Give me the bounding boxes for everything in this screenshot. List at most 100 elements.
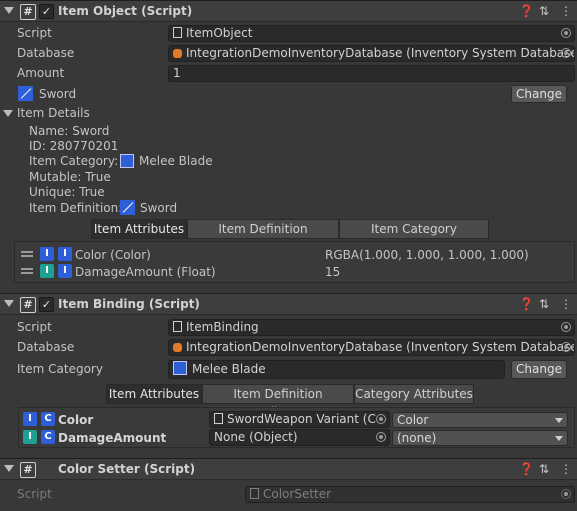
object-picker-icon[interactable] — [561, 48, 571, 58]
amount-input[interactable]: 1 — [168, 65, 575, 82]
enabled-checkbox[interactable]: ✓ — [39, 4, 54, 19]
item-binding-header[interactable]: # ✓ Item Binding (Script) ❓ ⇅ ⋮ — [0, 293, 577, 315]
script-value: ItemObject — [186, 26, 253, 40]
object-picker-icon[interactable] — [561, 28, 571, 38]
database-icon — [173, 343, 182, 352]
database-value: IntegrationDemoInventoryDatabase (Invent… — [186, 340, 575, 354]
tab-category-attributes[interactable]: Category Attributes — [354, 384, 474, 404]
binding-property-dropdown[interactable]: (none) — [392, 430, 568, 446]
detail-category-label: Item Category: — [29, 154, 119, 168]
script-icon: # — [20, 297, 36, 313]
detail-id: ID: 280770201 — [29, 139, 119, 153]
tab-item-category-attributes[interactable]: Item Category Attributes — [339, 219, 489, 254]
script-file-icon — [173, 321, 182, 332]
chevron-down-icon — [555, 418, 563, 423]
category-color-icon — [173, 361, 187, 375]
sword-icon — [18, 86, 33, 101]
item-details-foldout-icon[interactable] — [3, 110, 13, 117]
color-setter-header[interactable]: # Color Setter (Script) ❓ ⇅ ⋮ — [0, 458, 577, 480]
attribute-i-icon: I — [58, 264, 72, 278]
script-value: ColorSetter — [263, 487, 332, 501]
more-icon[interactable]: ⋮ — [560, 297, 572, 311]
object-picker-icon — [561, 489, 571, 499]
chevron-down-icon — [555, 436, 563, 441]
detail-category-value: Melee Blade — [139, 154, 213, 168]
attribute-name: Color (Color) — [75, 248, 151, 262]
database-field[interactable]: IntegrationDemoInventoryDatabase (Invent… — [168, 339, 575, 356]
database-label: Database — [17, 46, 75, 60]
list-item[interactable]: I C Color SwordWeapon Variant (C Color — [19, 411, 574, 428]
component-title: Color Setter (Script) — [58, 462, 196, 476]
script-label: Script — [17, 487, 52, 501]
tab-item-definition-attributes[interactable]: Item Definition Attributes — [202, 384, 354, 419]
help-icon[interactable]: ❓ — [519, 297, 534, 311]
object-picker-icon[interactable] — [561, 342, 571, 352]
foldout-arrow-icon[interactable] — [4, 7, 14, 14]
binding-property-value: Color — [397, 413, 429, 427]
tab-item-attributes[interactable]: Item Attributes — [106, 384, 202, 404]
attribute-value: RGBA(1.000, 1.000, 1.000, 1.000) — [325, 248, 529, 262]
change-button[interactable]: Change — [511, 360, 567, 379]
attribute-i-icon: I — [23, 412, 37, 426]
script-field[interactable]: ItemObject — [168, 25, 575, 42]
detail-mutable: Mutable: True — [29, 170, 111, 184]
drag-handle-icon[interactable] — [21, 251, 33, 257]
database-value: IntegrationDemoInventoryDatabase (Invent… — [186, 46, 575, 60]
attributes-list: I I Color (Color) RGBA(1.000, 1.000, 1.0… — [14, 241, 575, 283]
database-field[interactable]: IntegrationDemoInventoryDatabase (Invent… — [168, 45, 575, 62]
more-icon[interactable]: ⋮ — [560, 4, 572, 18]
attribute-name: DamageAmount (Float) — [75, 265, 216, 279]
more-icon[interactable]: ⋮ — [560, 462, 572, 476]
list-item[interactable]: I C DamageAmount None (Object) (none) — [19, 429, 574, 446]
foldout-arrow-icon[interactable] — [4, 300, 14, 307]
item-object-header[interactable]: # ✓ Item Object (Script) ❓ ⇅ ⋮ — [0, 0, 577, 22]
script-label: Script — [17, 320, 52, 334]
drag-handle-icon[interactable] — [21, 268, 33, 274]
script-label: Script — [17, 26, 52, 40]
list-item[interactable]: I I Color (Color) RGBA(1.000, 1.000, 1.0… — [15, 246, 574, 263]
script-value: ItemBinding — [186, 320, 259, 334]
enabled-checkbox[interactable]: ✓ — [39, 297, 54, 312]
detail-definition-value: Sword — [140, 201, 178, 215]
database-icon — [173, 49, 182, 58]
category-color-icon — [120, 154, 134, 168]
presets-icon[interactable]: ⇅ — [539, 462, 549, 476]
component-title: Item Object (Script) — [58, 4, 193, 18]
foldout-arrow-icon[interactable] — [4, 465, 14, 472]
sword-icon — [120, 200, 135, 215]
binding-object-field[interactable]: SwordWeapon Variant (C — [209, 411, 390, 428]
attribute-i-icon: I — [40, 247, 54, 261]
item-details-label[interactable]: Item Details — [17, 106, 90, 120]
component-title: Item Binding (Script) — [58, 297, 200, 311]
bindings-list: I C Color SwordWeapon Variant (C Color I… — [18, 407, 575, 448]
script-file-icon — [173, 27, 182, 38]
object-picker-icon[interactable] — [561, 322, 571, 332]
script-file-icon — [250, 488, 259, 499]
script-icon: # — [20, 4, 36, 20]
item-category-label: Item Category — [17, 362, 103, 376]
tab-item-definition-attributes[interactable]: Item Definition Attributes — [187, 219, 339, 254]
category-value: Melee Blade — [192, 362, 266, 376]
binding-object-value: SwordWeapon Variant (C — [227, 412, 376, 426]
object-picker-icon[interactable] — [376, 432, 386, 442]
change-button[interactable]: Change — [511, 85, 567, 103]
binding-property-dropdown[interactable]: Color — [392, 412, 568, 428]
list-item[interactable]: I I DamageAmount (Float) 15 — [15, 263, 574, 280]
script-icon: # — [20, 462, 36, 478]
help-icon[interactable]: ❓ — [519, 462, 534, 476]
tab-item-attributes[interactable]: Item Attributes — [91, 219, 187, 239]
attribute-c-icon: C — [41, 412, 55, 426]
script-field[interactable]: ItemBinding — [168, 319, 575, 336]
object-picker-icon[interactable] — [376, 414, 386, 424]
help-icon[interactable]: ❓ — [519, 4, 534, 18]
presets-icon[interactable]: ⇅ — [539, 4, 549, 18]
binding-object-field[interactable]: None (Object) — [209, 429, 390, 446]
attribute-i-icon: I — [58, 247, 72, 261]
detail-unique: Unique: True — [29, 185, 105, 199]
item-category-field[interactable]: Melee Blade — [168, 360, 505, 379]
binding-property-value: (none) — [397, 431, 437, 445]
attribute-i-icon: I — [23, 430, 37, 444]
binding-name: DamageAmount — [58, 431, 167, 445]
binding-name: Color — [58, 413, 94, 427]
presets-icon[interactable]: ⇅ — [539, 297, 549, 311]
